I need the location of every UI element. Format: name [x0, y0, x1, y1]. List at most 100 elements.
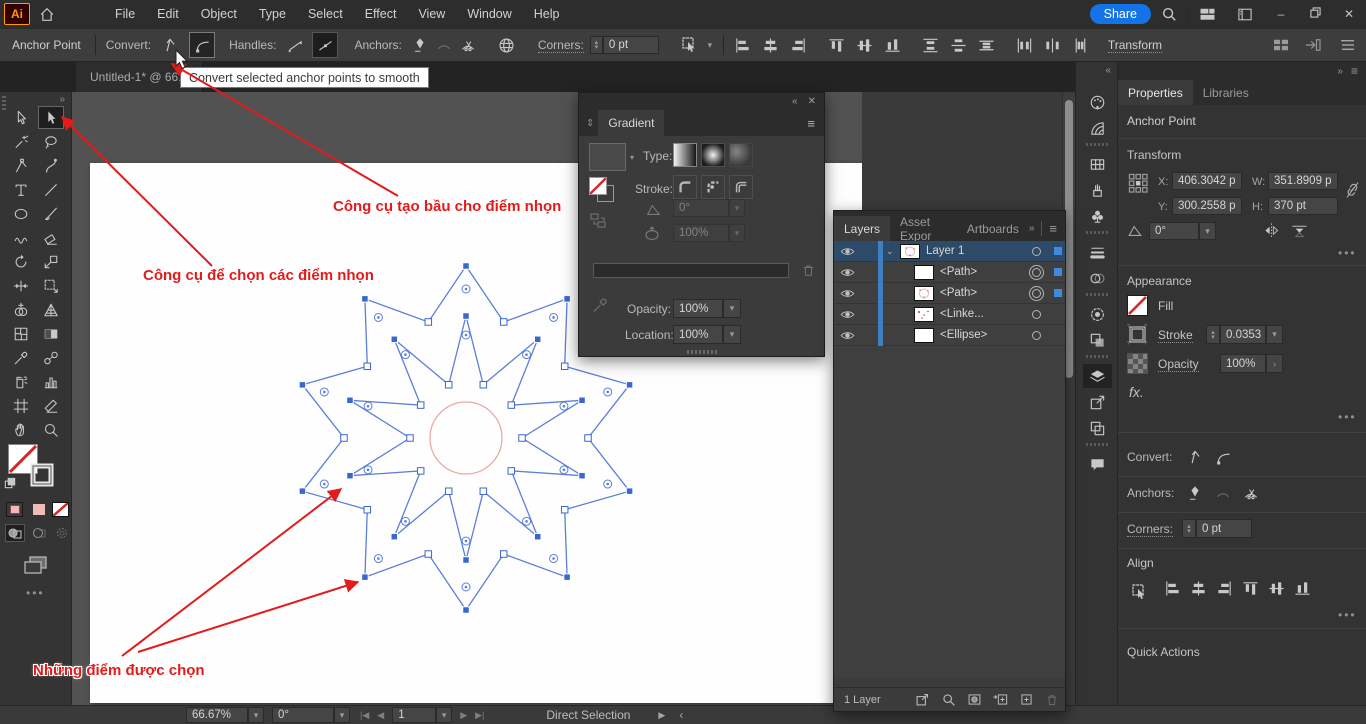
- x-field[interactable]: 406.3042 p: [1172, 172, 1242, 190]
- shape-builder-tool[interactable]: [8, 298, 34, 321]
- freeform-gradient-button[interactable]: [729, 143, 753, 167]
- draw-normal-mode-button[interactable]: [5, 524, 25, 542]
- gradient-opacity-chevron[interactable]: ▾: [723, 299, 741, 318]
- dock-color-icon[interactable]: [1083, 90, 1112, 114]
- properties-collapse-icon[interactable]: »: [1337, 66, 1343, 77]
- align-vcenter-button[interactable]: [854, 33, 876, 57]
- artboard-tool[interactable]: [8, 394, 34, 417]
- dock-brushes-icon[interactable]: [1083, 178, 1112, 202]
- width-tool[interactable]: [8, 274, 34, 297]
- props-cut-path-button[interactable]: [1238, 480, 1264, 506]
- hamburger-menu-icon[interactable]: [1330, 39, 1366, 51]
- corners-field[interactable]: 0 pt: [603, 36, 659, 54]
- menu-select[interactable]: Select: [308, 7, 343, 21]
- connect-anchors-button[interactable]: [432, 32, 456, 58]
- illustrator-logo[interactable]: Ai: [4, 3, 30, 25]
- share-button[interactable]: Share: [1090, 4, 1151, 24]
- next-artboard-icon[interactable]: ▶: [460, 710, 467, 721]
- flip-horizontal-icon[interactable]: [1262, 222, 1281, 239]
- properties-menu-icon[interactable]: ≡: [1351, 64, 1358, 78]
- tab-artboards[interactable]: Artboards: [957, 216, 1029, 241]
- eraser-tool[interactable]: [38, 226, 64, 249]
- dock-appearance-icon[interactable]: [1083, 302, 1112, 326]
- dock-collapse-icon[interactable]: «: [1076, 62, 1117, 79]
- tab-layers[interactable]: Layers: [834, 216, 890, 241]
- h-field[interactable]: 370 pt: [1268, 197, 1338, 215]
- y-field[interactable]: 300.2558 p: [1172, 197, 1242, 215]
- workspace-switcher-icon[interactable]: [1188, 7, 1226, 21]
- menu-help[interactable]: Help: [534, 7, 560, 21]
- gradient-menu-icon[interactable]: ≡: [807, 116, 815, 131]
- none-button[interactable]: [52, 502, 69, 517]
- dist-hleft-button[interactable]: [1014, 33, 1036, 57]
- layer-row-linke[interactable]: <Linke...: [834, 304, 1065, 325]
- dock-asset-export-icon[interactable]: [1083, 390, 1112, 414]
- dist-vbottom-button[interactable]: [976, 33, 998, 57]
- dist-hright-button[interactable]: [1070, 33, 1092, 57]
- rotate-angle-chevron[interactable]: ▾: [1199, 222, 1216, 240]
- zoom-level-chevron[interactable]: ▾: [248, 707, 264, 723]
- hide-handles-button[interactable]: [312, 32, 338, 58]
- new-layer-icon[interactable]: [1013, 692, 1039, 707]
- gradient-tab[interactable]: Gradient: [598, 110, 664, 136]
- stroke-along-button[interactable]: [701, 175, 725, 199]
- opacity-link-label[interactable]: Opacity: [1158, 357, 1199, 372]
- target-circle[interactable]: [1032, 247, 1041, 256]
- visibility-eye-icon[interactable]: [834, 309, 860, 320]
- document-arrangement-icon[interactable]: [1226, 8, 1264, 21]
- selection-indicator[interactable]: [1051, 268, 1065, 276]
- dock-color-guide-icon[interactable]: [1083, 116, 1112, 140]
- layer-row-layer1[interactable]: ⌄Layer 1: [834, 241, 1065, 262]
- visibility-eye-icon[interactable]: [834, 330, 860, 341]
- dock-graphic-styles-icon[interactable]: [1083, 328, 1112, 352]
- gradient-location-field[interactable]: 100%: [673, 325, 723, 344]
- collapse-panel-icon[interactable]: «: [792, 96, 798, 107]
- appearance-stroke-swatch[interactable]: ????: [1127, 324, 1148, 345]
- fx-button[interactable]: fx.: [1129, 384, 1144, 400]
- dock-layers-icon[interactable]: [1083, 364, 1112, 388]
- free-transform-tool[interactable]: [38, 274, 64, 297]
- dist-vtop-button[interactable]: [920, 33, 942, 57]
- layer-thumbnail[interactable]: [900, 244, 920, 259]
- magic-wand-tool[interactable]: [8, 130, 34, 153]
- gradient-location-chevron[interactable]: ▾: [723, 325, 741, 344]
- layer-name[interactable]: Layer 1: [926, 245, 1032, 257]
- stroke-within-button[interactable]: [673, 175, 697, 199]
- fill-label[interactable]: Fill: [1158, 299, 1173, 313]
- gradient-opacity-field[interactable]: 100%: [673, 299, 723, 318]
- lasso-tool[interactable]: [38, 130, 64, 153]
- layer-name[interactable]: <Ellipse>: [940, 329, 1032, 341]
- menu-file[interactable]: File: [115, 7, 135, 21]
- toolbar-grip[interactable]: [2, 96, 6, 110]
- link-dimensions-icon[interactable]: [1344, 177, 1361, 203]
- panel-cycle-icon[interactable]: ⇕: [586, 118, 594, 129]
- menu-object[interactable]: Object: [201, 7, 237, 21]
- radial-gradient-button[interactable]: [701, 143, 725, 167]
- swap-fill-stroke-icon[interactable]: [4, 477, 17, 490]
- cut-path-button[interactable]: [456, 32, 480, 58]
- isolate-globe-icon[interactable]: [494, 32, 520, 58]
- target-circle[interactable]: [1032, 331, 1041, 340]
- show-handles-button[interactable]: [282, 32, 308, 58]
- appearance-fill-swatch[interactable]: [1127, 295, 1148, 316]
- align-to-selection-icon[interactable]: [1125, 580, 1155, 604]
- vertical-scrollbar-thumb[interactable]: [1065, 100, 1073, 378]
- close-button[interactable]: ✕: [1332, 7, 1366, 21]
- layer-row-ellipse[interactable]: <Ellipse>: [834, 325, 1065, 346]
- select-similar-chevron[interactable]: ▾: [705, 32, 715, 58]
- search-icon[interactable]: [1151, 6, 1187, 22]
- symbol-sprayer-tool[interactable]: [8, 370, 34, 393]
- home-icon[interactable]: [30, 7, 64, 22]
- remove-anchors-button[interactable]: [408, 32, 432, 58]
- scale-tool[interactable]: [38, 250, 64, 273]
- ellipse-tool[interactable]: [8, 202, 34, 225]
- rotate-tool[interactable]: [8, 250, 34, 273]
- layer-thumbnail[interactable]: [914, 328, 934, 343]
- stroke-weight-chevron[interactable]: ▾: [1266, 325, 1283, 344]
- dist-vcenter-button[interactable]: [948, 33, 970, 57]
- slice-tool[interactable]: [38, 394, 64, 417]
- layer-row-path[interactable]: <Path>: [834, 283, 1065, 304]
- gradient-swatch-chevron[interactable]: ▾: [630, 153, 634, 162]
- transform-link[interactable]: Transform: [1108, 38, 1162, 53]
- props-align-right-button[interactable]: [1216, 580, 1233, 597]
